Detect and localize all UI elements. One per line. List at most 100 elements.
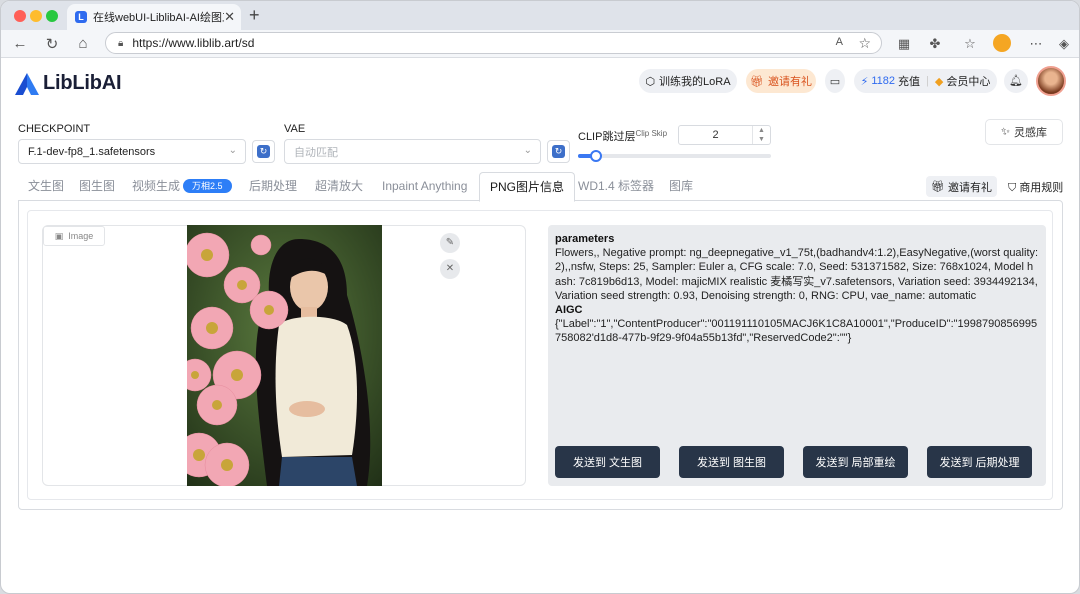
clip-skip-label: CLIP跳过层Clip Skip xyxy=(578,128,667,144)
favorite-star-icon[interactable]: ☆ xyxy=(858,35,871,52)
inspiration-library-button[interactable]: ✨︎ 灵感库 xyxy=(985,119,1063,145)
parameters-heading: parameters xyxy=(555,233,615,245)
send-to-img2img-button[interactable]: 发送到 图生图 xyxy=(679,446,784,478)
portrait-with-flowers-image xyxy=(187,225,382,486)
invite-button-secondary[interactable]: 🎁︎ 邀请有礼 xyxy=(926,176,997,197)
lightning-icon: ⚡ xyxy=(860,75,869,88)
back-arrow-icon[interactable]: ← xyxy=(11,35,29,52)
liblib-favicon-icon: L xyxy=(75,11,87,23)
chevron-down-icon: ⌄ xyxy=(523,145,532,156)
tab-close-icon[interactable]: ✕ xyxy=(224,9,235,25)
clip-skip-value: 2 xyxy=(712,129,719,141)
split-screen-icon[interactable]: ▦ xyxy=(896,36,912,52)
commercial-rules-link[interactable]: ⛉ 商用规则 xyxy=(1008,179,1063,195)
checkpoint-refresh-button[interactable]: ↻ xyxy=(252,140,275,163)
site-header: LibLibAI ⬡ 训练我的LoRA 🎁︎ 邀请有礼 ▭ ⚡ 1182 充值 | … xyxy=(1,58,1079,110)
inspiration-label: 灵感库 xyxy=(1014,127,1048,139)
tab-img2img[interactable]: 图生图 xyxy=(79,172,115,201)
folder-icon[interactable]: ▭ xyxy=(825,69,845,93)
image-icon: ▣ xyxy=(54,230,64,241)
invite-label: 邀请有礼 xyxy=(947,181,992,194)
close-icon: ✕ xyxy=(445,263,455,274)
more-menu-icon[interactable]: ⋯ xyxy=(1028,36,1044,52)
tab-png-info[interactable]: PNG图片信息 xyxy=(479,172,576,202)
refresh-icon: ↻ xyxy=(552,145,565,158)
diamond-icon: ◆ xyxy=(934,75,944,88)
points-recharge-pill[interactable]: ⚡ 1182 充值 | ◆ 会员中心 xyxy=(854,69,997,93)
image-label: Image xyxy=(68,231,94,241)
clip-sub-label: Clip Skip xyxy=(635,129,668,138)
shield-icon: ⛉ xyxy=(1008,182,1017,194)
recharge-link[interactable]: 充值 xyxy=(898,73,920,89)
edit-image-button[interactable]: ✎ xyxy=(440,233,460,253)
invite-button[interactable]: 🎁︎ 邀请有礼 xyxy=(746,69,816,93)
aigc-text: {"Label":"1","ContentProducer":"00119111… xyxy=(555,318,1038,345)
copilot-icon[interactable]: ◈ xyxy=(1056,36,1072,52)
extensions-icon[interactable]: ✤ xyxy=(927,36,943,52)
lock-icon: 🔒︎ xyxy=(118,37,124,49)
logo-text: LibLibAI xyxy=(43,72,122,94)
checkpoint-value: F.1-dev-fp8_1.safetensors xyxy=(28,145,156,158)
clip-skip-slider[interactable] xyxy=(578,150,771,162)
parameters-text: Flowers,, Negative prompt: ng_deepnegati… xyxy=(555,247,1039,302)
tab-gallery[interactable]: 图库 xyxy=(669,172,693,201)
pencil-icon: ✎ xyxy=(445,237,455,248)
chevron-down-icon: ⌄ xyxy=(228,145,237,156)
tab-txt2img[interactable]: 文生图 xyxy=(28,172,64,201)
points-value: 1182 xyxy=(871,75,896,87)
send-to-txt2img-button[interactable]: 发送到 文生图 xyxy=(555,446,660,478)
browser-tab[interactable]: L 在线webUI-LiblibAI-AI绘图工具 ✕ xyxy=(67,4,241,30)
magic-wand-icon: ✨︎ xyxy=(1000,125,1011,138)
cube-icon: ⬡ xyxy=(645,75,656,88)
address-bar[interactable]: 🔒︎ https://www.liblib.art/sd A ☆ xyxy=(105,32,882,54)
clear-image-button[interactable]: ✕ xyxy=(440,259,460,279)
liblib-logo[interactable]: LibLibAI xyxy=(15,72,122,95)
tab-upscale[interactable]: 超清放大 xyxy=(315,172,363,201)
refresh-icon: ↻ xyxy=(257,145,270,158)
liblib-logo-icon xyxy=(15,72,39,95)
vae-select[interactable]: 自动匹配 ⌄ xyxy=(284,139,541,164)
uploaded-photo xyxy=(187,225,382,486)
read-aloud-icon[interactable]: A xyxy=(836,36,843,48)
send-to-inpaint-button[interactable]: 发送到 局部重绘 xyxy=(803,446,908,478)
clip-skip-stepper[interactable]: 2 ▲ ▼ xyxy=(678,125,771,145)
address-toolbar: ← ↻ ⌂ 🔒︎ https://www.liblib.art/sd A ☆ ▦… xyxy=(1,30,1079,58)
new-tab-button[interactable]: + xyxy=(249,5,260,26)
url-text: https://www.liblib.art/sd xyxy=(132,36,255,50)
divider: | xyxy=(926,75,929,87)
user-avatar[interactable] xyxy=(1036,66,1066,96)
wanxiang-badge: 万相2.5 xyxy=(183,179,232,193)
reload-icon[interactable]: ↻ xyxy=(43,35,61,53)
title-bar: L 在线webUI-LiblibAI-AI绘图工具 ✕ + xyxy=(1,1,1079,30)
train-lora-label: 训练我的LoRA xyxy=(659,76,731,88)
member-center-link[interactable]: 会员中心 xyxy=(946,73,990,89)
checkpoint-label: CHECKPOINT xyxy=(18,123,91,135)
browser-profile-avatar[interactable] xyxy=(993,34,1011,52)
gift-icon: 🎁︎ xyxy=(750,75,764,88)
send-to-postprocess-button[interactable]: 发送到 后期处理 xyxy=(927,446,1032,478)
maximize-window-button[interactable] xyxy=(46,10,58,22)
gift-icon: 🎁︎ xyxy=(931,181,945,193)
home-icon[interactable]: ⌂ xyxy=(74,35,92,52)
commercial-rules-label: 商用规则 xyxy=(1019,182,1064,194)
tab-title: 在线webUI-LiblibAI-AI绘图工具 xyxy=(93,12,224,24)
bell-icon[interactable]: 🔔︎ xyxy=(1004,69,1028,93)
favorites-icon[interactable]: ☆ xyxy=(962,36,978,52)
vae-refresh-button[interactable]: ↻ xyxy=(547,140,570,163)
vae-placeholder: 自动匹配 xyxy=(294,146,338,159)
aigc-heading: AIGC xyxy=(555,304,583,317)
clip-label-text: CLIP跳过层 xyxy=(578,131,636,143)
tab-video[interactable]: 视频生成 万相2.5 xyxy=(132,172,232,201)
slider-knob[interactable] xyxy=(590,150,602,162)
browser-window: L 在线webUI-LiblibAI-AI绘图工具 ✕ + ← ↻ ⌂ 🔒︎ h… xyxy=(0,0,1080,594)
close-window-button[interactable] xyxy=(14,10,26,22)
stepper-arrows-icon[interactable]: ▲ ▼ xyxy=(752,126,770,144)
tab-inpaint-anything[interactable]: Inpaint Anything xyxy=(382,172,467,201)
minimize-window-button[interactable] xyxy=(30,10,42,22)
train-lora-button[interactable]: ⬡ 训练我的LoRA xyxy=(639,69,737,93)
tab-wd14-tagger[interactable]: WD1.4 标签器 xyxy=(578,172,654,201)
tab-postprocess[interactable]: 后期处理 xyxy=(249,172,297,201)
vae-label: VAE xyxy=(284,123,306,135)
checkpoint-select[interactable]: F.1-dev-fp8_1.safetensors ⌄ xyxy=(18,139,246,164)
image-label-tag: ▣ Image xyxy=(43,226,105,246)
